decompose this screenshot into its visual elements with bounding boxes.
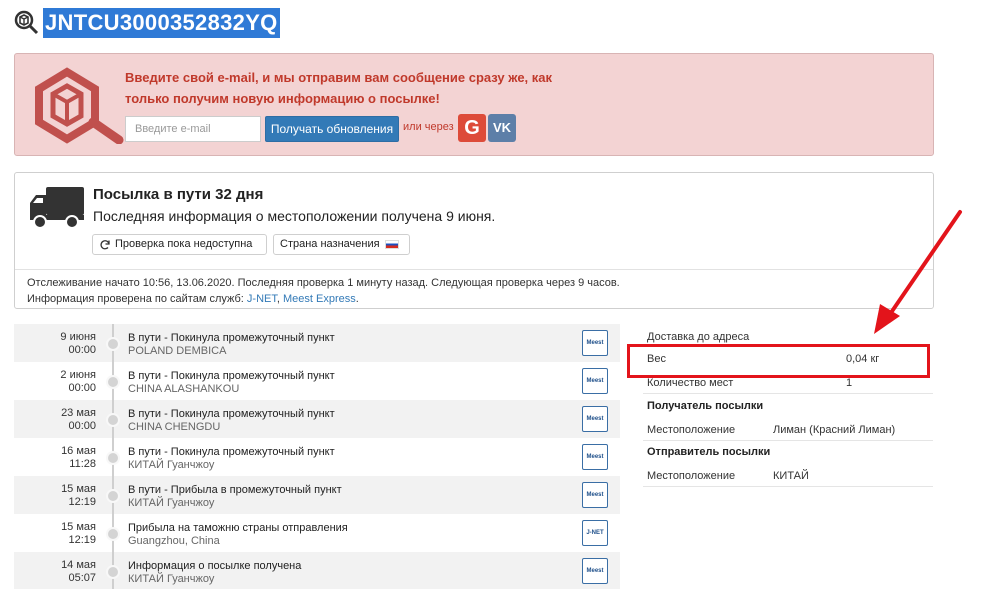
subscribe-message: Введите свой e-mail, и мы отправим вам с… — [125, 70, 553, 106]
timeline-row: 23 мая 00:00 В пути - Покинула промежуточ… — [14, 400, 620, 438]
meest-logo-icon[interactable]: Meest — [582, 368, 608, 394]
subscribe-button[interactable]: Получать обновления — [265, 116, 399, 142]
meest-logo-icon[interactable]: Meest — [582, 330, 608, 356]
check-status-chip[interactable]: Проверка пока недоступна — [92, 234, 267, 255]
recipient-location-value: Лиман (Красний Лиман) — [773, 424, 896, 436]
truck-icon — [30, 187, 84, 229]
event-date: 2 июня 00:00 — [60, 369, 96, 394]
meest-logo-icon[interactable]: Meest — [582, 406, 608, 432]
vk-login-button[interactable]: VK — [488, 114, 516, 142]
event-description: В пути - Прибыла в промежуточный пункт КИ… — [128, 484, 342, 509]
event-date: 23 мая 00:00 — [61, 407, 96, 432]
check-status-label: Проверка пока недоступна — [115, 238, 253, 250]
destination-country-chip[interactable]: Страна назначения — [273, 234, 410, 255]
event-description: В пути - Покинула промежуточный пункт КИТ… — [128, 446, 335, 471]
or-via-label: или через — [403, 121, 454, 133]
timeline-dot-icon — [106, 451, 120, 465]
event-description: Информация о посылке получена КИТАЙ Гуанч… — [128, 560, 302, 585]
timeline-dot-icon — [106, 489, 120, 503]
event-description: В пути - Покинула промежуточный пункт POL… — [128, 332, 335, 357]
weight-highlight-box — [627, 344, 930, 378]
timeline-row: 2 июня 00:00 В пути - Покинула промежуточ… — [14, 362, 620, 400]
event-date: 15 мая 12:19 — [61, 483, 96, 508]
tracking-timeline: 9 июня 00:00 В пути - Покинула промежуточ… — [14, 324, 620, 589]
timeline-dot-icon — [106, 375, 120, 389]
event-date: 15 мая 12:19 — [61, 521, 96, 546]
google-login-button[interactable]: G — [458, 114, 486, 142]
days-in-transit-title: Посылка в пути 32 дня — [93, 186, 264, 203]
checked-services-info: Информация проверена по сайтам служб: J-… — [27, 293, 359, 305]
recipient-location-row: Местоположение Лиман (Красний Лиман) — [643, 419, 933, 441]
timeline-row: 9 июня 00:00 В пути - Покинула промежуточ… — [14, 324, 620, 362]
timeline-dot-icon — [106, 527, 120, 541]
header: JNTCU3000352832YQ — [14, 8, 280, 38]
timeline-row: 15 мая 12:19 Прибыла на таможню страны от… — [14, 514, 620, 552]
sender-location-row: Местоположение КИТАЙ — [643, 465, 933, 487]
tracking-number: JNTCU3000352832YQ — [43, 8, 280, 38]
event-description: В пути - Покинула промежуточный пункт CHI… — [128, 370, 335, 395]
timeline-dot-icon — [106, 413, 120, 427]
package-search-icon — [14, 10, 39, 35]
package-search-logo-icon — [35, 67, 124, 144]
service-link-meest[interactable]: Meest Express — [283, 293, 356, 305]
email-subscribe-panel: Введите свой e-mail, и мы отправим вам с… — [14, 53, 934, 156]
meest-logo-icon[interactable]: Meest — [582, 482, 608, 508]
sender-header: Отправитель посылки — [647, 446, 771, 458]
meest-logo-icon[interactable]: Meest — [582, 558, 608, 584]
timeline-row: 15 мая 12:19 В пути - Прибыла в промежуто… — [14, 476, 620, 514]
event-date: 9 июня 00:00 — [60, 331, 96, 356]
timeline-dot-icon — [106, 337, 120, 351]
event-date: 14 мая 05:07 — [61, 559, 96, 584]
tracking-meta: Отслеживание начато 10:56, 13.06.2020. П… — [27, 275, 620, 307]
event-date: 16 мая 11:28 — [61, 445, 96, 470]
tracking-started-info: Отслеживание начато 10:56, 13.06.2020. П… — [27, 277, 620, 289]
event-description: Прибыла на таможню страны отправления Gua… — [128, 522, 348, 547]
divider — [15, 269, 933, 270]
jnet-logo-icon[interactable]: J-NET — [582, 520, 608, 546]
last-location-info: Последняя информация о местоположении по… — [93, 208, 496, 224]
timeline-row: 14 мая 05:07 Информация о посылке получен… — [14, 552, 620, 589]
timeline-dot-icon — [106, 565, 120, 579]
recipient-header: Получатель посылки — [647, 400, 764, 412]
refresh-icon — [100, 239, 110, 249]
timeline-row: 16 мая 11:28 В пути - Покинула промежуточ… — [14, 438, 620, 476]
sender-location-value: КИТАЙ — [773, 470, 809, 482]
red-arrow-icon — [874, 210, 962, 334]
destination-country-label: Страна назначения — [280, 238, 380, 250]
shipment-status-card: Посылка в пути 32 дня Последняя информац… — [14, 172, 934, 309]
meest-logo-icon[interactable]: Meest — [582, 444, 608, 470]
service-link-jnet[interactable]: J-NET — [247, 293, 277, 305]
event-description: В пути - Покинула промежуточный пункт CHI… — [128, 408, 335, 433]
russia-flag-icon — [384, 240, 399, 249]
email-field[interactable]: Введите e-mail — [125, 116, 261, 142]
